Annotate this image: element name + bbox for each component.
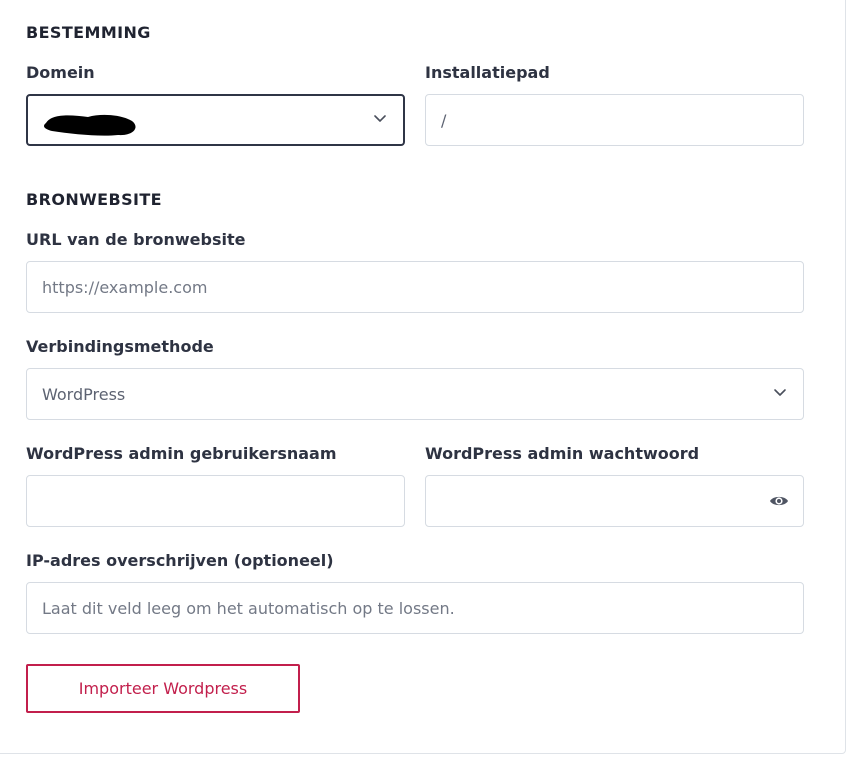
- connection-method-value: WordPress: [42, 384, 126, 404]
- admin-username-input[interactable]: [26, 475, 405, 527]
- admin-password-label: WordPress admin wachtwoord: [425, 444, 700, 463]
- ip-override-placeholder: Laat dit veld leeg om het automatisch op…: [42, 598, 455, 618]
- section-title-destination: BESTEMMING: [26, 23, 151, 42]
- install-path-value: /: [441, 110, 447, 130]
- chevron-down-icon: [374, 115, 386, 122]
- import-wordpress-button[interactable]: Importeer Wordpress: [26, 664, 300, 713]
- source-url-placeholder: https://example.com: [42, 277, 208, 297]
- redacted-domain-value: [44, 114, 136, 136]
- connection-method-select[interactable]: WordPress: [26, 368, 804, 420]
- install-path-label: Installatiepad: [425, 63, 550, 82]
- section-title-source: BRONWEBSITE: [26, 190, 163, 209]
- install-path-input[interactable]: /: [425, 94, 804, 146]
- ip-override-label: IP-adres overschrijven (optioneel): [26, 551, 334, 570]
- ip-override-input[interactable]: Laat dit veld leeg om het automatisch op…: [26, 582, 804, 634]
- source-url-label: URL van de bronwebsite: [26, 230, 246, 249]
- source-url-input[interactable]: https://example.com: [26, 261, 804, 313]
- connection-method-label: Verbindingsmethode: [26, 337, 214, 356]
- eye-icon[interactable]: [769, 492, 789, 510]
- admin-password-input[interactable]: [425, 475, 804, 527]
- domain-label: Domein: [26, 63, 95, 82]
- domain-select[interactable]: [26, 94, 405, 146]
- admin-username-label: WordPress admin gebruikersnaam: [26, 444, 337, 463]
- chevron-down-icon: [774, 389, 786, 396]
